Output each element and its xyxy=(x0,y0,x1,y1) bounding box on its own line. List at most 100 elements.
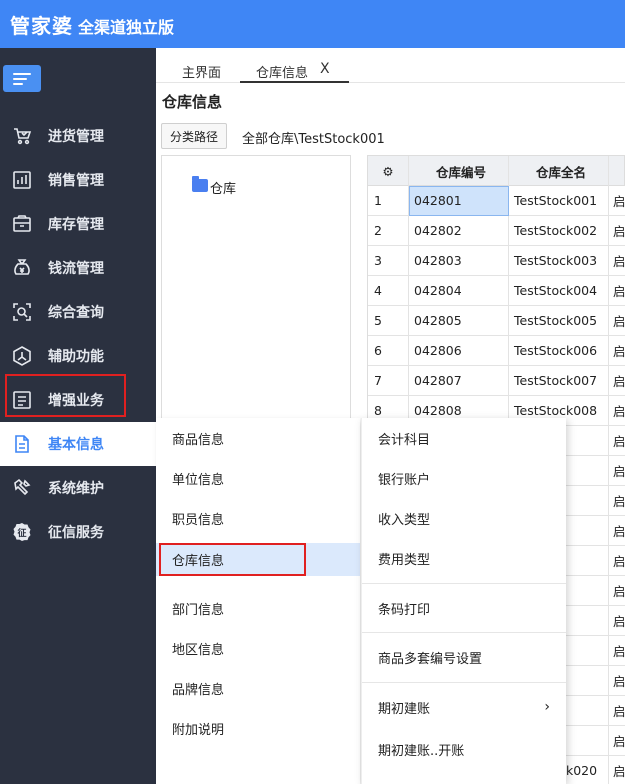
table-row[interactable]: 4 042804 TestStock004 启 xyxy=(367,276,625,306)
row-number[interactable]: 1 xyxy=(368,186,409,216)
sidebar-item-auxiliary[interactable]: 辅助功能 xyxy=(0,334,156,378)
menu-item-warehouse-info[interactable]: 仓库信息 xyxy=(156,543,360,576)
row-number[interactable]: 4 xyxy=(368,276,409,306)
cell-status[interactable]: 启 xyxy=(609,186,625,216)
cell-warehouse-code[interactable]: 042807 xyxy=(409,366,509,396)
table-row[interactable]: 3 042803 TestStock003 启 xyxy=(367,246,625,276)
cell-warehouse-name[interactable]: TestStock005 xyxy=(509,306,609,336)
category-path: 全部仓库\TestStock001 xyxy=(242,132,385,147)
cell-status[interactable]: 启 xyxy=(609,696,625,726)
category-path-button[interactable]: 分类路径 xyxy=(161,123,227,149)
menu-toggle-button[interactable] xyxy=(3,65,41,92)
table-row[interactable]: 6 042806 TestStock006 启 xyxy=(367,336,625,366)
menu-item-income-types[interactable]: 收入类型 xyxy=(362,498,566,538)
menu-item-bank-accounts[interactable]: 银行账户 xyxy=(362,458,566,498)
app-logo: 管家婆 xyxy=(10,14,73,38)
sidebar-item-query[interactable]: 综合查询 xyxy=(0,290,156,334)
cell-warehouse-name[interactable]: TestStock006 xyxy=(509,336,609,366)
hamburger-line xyxy=(13,83,23,85)
active-tab-indicator xyxy=(240,81,349,83)
cell-status[interactable]: 启 xyxy=(609,366,625,396)
sidebar-item-inventory[interactable]: 库存管理 xyxy=(0,202,156,246)
menu-item-additional-notes[interactable]: 附加说明 xyxy=(156,708,360,748)
gear-icon[interactable]: ⚙ xyxy=(368,156,409,187)
column-header-status[interactable] xyxy=(609,156,625,187)
row-number[interactable]: 6 xyxy=(368,336,409,366)
table-row[interactable]: 5 042805 TestStock005 启 xyxy=(367,306,625,336)
cell-status[interactable]: 启 xyxy=(609,426,625,456)
sidebar-item-enhanced[interactable]: 增强业务 xyxy=(0,378,156,422)
cell-status[interactable]: 启 xyxy=(609,636,625,666)
cell-status[interactable]: 启 xyxy=(609,756,625,784)
cell-status[interactable]: 启 xyxy=(609,546,625,576)
cell-warehouse-name[interactable]: TestStock007 xyxy=(509,366,609,396)
sidebar-item-label: 征信服务 xyxy=(48,525,104,541)
row-number[interactable]: 3 xyxy=(368,246,409,276)
app-header: 管家婆 全渠道独立版 xyxy=(0,0,625,48)
cell-warehouse-code[interactable]: 042805 xyxy=(409,306,509,336)
cell-warehouse-name[interactable]: TestStock003 xyxy=(509,246,609,276)
cell-status[interactable]: 启 xyxy=(609,666,625,696)
menu-divider xyxy=(362,632,566,633)
menu-item-region-info[interactable]: 地区信息 xyxy=(156,628,360,668)
cell-warehouse-code[interactable]: 042806 xyxy=(409,336,509,366)
sidebar-item-cashflow[interactable]: 钱流管理 xyxy=(0,246,156,290)
table-row[interactable]: 1 042801 TestStock001 启 xyxy=(367,186,625,216)
cell-warehouse-code[interactable]: 042802 xyxy=(409,216,509,246)
cell-status[interactable]: 启 xyxy=(609,456,625,486)
cell-status[interactable]: 启 xyxy=(609,576,625,606)
cell-status[interactable]: 启 xyxy=(609,336,625,366)
menu-divider xyxy=(362,583,566,584)
column-header-name[interactable]: 仓库全名 xyxy=(509,156,609,187)
close-icon[interactable]: X xyxy=(320,61,330,77)
cell-status[interactable]: 启 xyxy=(609,516,625,546)
tree-node-root[interactable]: 仓库 xyxy=(210,178,236,197)
menu-item-accounting-subjects[interactable]: 会计科目 xyxy=(362,418,566,458)
cell-status[interactable]: 启 xyxy=(609,726,625,756)
cell-status[interactable]: 启 xyxy=(609,216,625,246)
inventory-box-icon xyxy=(12,214,32,234)
cell-status[interactable]: 启 xyxy=(609,486,625,516)
grid-header-row: ⚙ 仓库编号 仓库全名 xyxy=(367,155,625,187)
menu-item-brand-info[interactable]: 品牌信息 xyxy=(156,668,360,708)
table-row[interactable]: 2 042802 TestStock002 启 xyxy=(367,216,625,246)
cell-warehouse-name[interactable]: TestStock004 xyxy=(509,276,609,306)
sidebar-item-basic-info[interactable]: 基本信息 xyxy=(0,422,156,466)
menu-item-barcode-print[interactable]: 条码打印 xyxy=(362,588,566,628)
app-edition: 全渠道独立版 xyxy=(78,18,175,37)
cell-warehouse-name[interactable]: TestStock002 xyxy=(509,216,609,246)
tab-warehouse-info[interactable]: 仓库信息 xyxy=(256,62,308,81)
menu-item-multi-code-settings[interactable]: 商品多套编号设置 xyxy=(362,637,566,677)
cell-status[interactable]: 启 xyxy=(609,606,625,636)
sidebar: 进货管理 销售管理 库存管理 钱流管理 综合查询 辅助功能 增强业务 基本信息 … xyxy=(0,48,156,784)
cell-status[interactable]: 启 xyxy=(609,246,625,276)
cell-warehouse-name[interactable]: TestStock001 xyxy=(509,186,609,216)
menu-item-staff-info[interactable]: 职员信息 xyxy=(156,498,360,538)
menu-item-opening-balance-start[interactable]: 期初建账..开账 xyxy=(362,729,566,769)
menu-item-product-info[interactable]: 商品信息 xyxy=(156,418,360,458)
table-row[interactable]: 7 042807 TestStock007 启 xyxy=(367,366,625,396)
menu-item-expense-types[interactable]: 费用类型 xyxy=(362,538,566,578)
sidebar-item-purchase[interactable]: 进货管理 xyxy=(0,114,156,158)
tab-home[interactable]: 主界面 xyxy=(182,62,221,81)
menu-item-department-info[interactable]: 部门信息 xyxy=(156,588,360,628)
sidebar-item-maintenance[interactable]: 系统维护 xyxy=(0,466,156,510)
row-number[interactable]: 5 xyxy=(368,306,409,336)
sidebar-item-credit[interactable]: 征 征信服务 xyxy=(0,510,156,554)
sidebar-item-label: 增强业务 xyxy=(48,393,104,409)
cell-warehouse-code[interactable]: 042804 xyxy=(409,276,509,306)
cell-warehouse-code[interactable]: 042801 xyxy=(409,186,509,216)
menu-item-opening-balance[interactable]: 期初建账 › xyxy=(362,687,566,727)
cell-status[interactable]: 启 xyxy=(609,306,625,336)
menu-item-unit-info[interactable]: 单位信息 xyxy=(156,458,360,498)
hamburger-line xyxy=(13,78,27,80)
sidebar-item-label: 综合查询 xyxy=(48,305,104,321)
cell-warehouse-code[interactable]: 042803 xyxy=(409,246,509,276)
row-number[interactable]: 7 xyxy=(368,366,409,396)
row-number[interactable]: 2 xyxy=(368,216,409,246)
sidebar-item-sales[interactable]: 销售管理 xyxy=(0,158,156,202)
credit-badge-icon: 征 xyxy=(12,522,32,542)
cell-status[interactable]: 启 xyxy=(609,396,625,426)
column-header-code[interactable]: 仓库编号 xyxy=(409,156,509,187)
cell-status[interactable]: 启 xyxy=(609,276,625,306)
